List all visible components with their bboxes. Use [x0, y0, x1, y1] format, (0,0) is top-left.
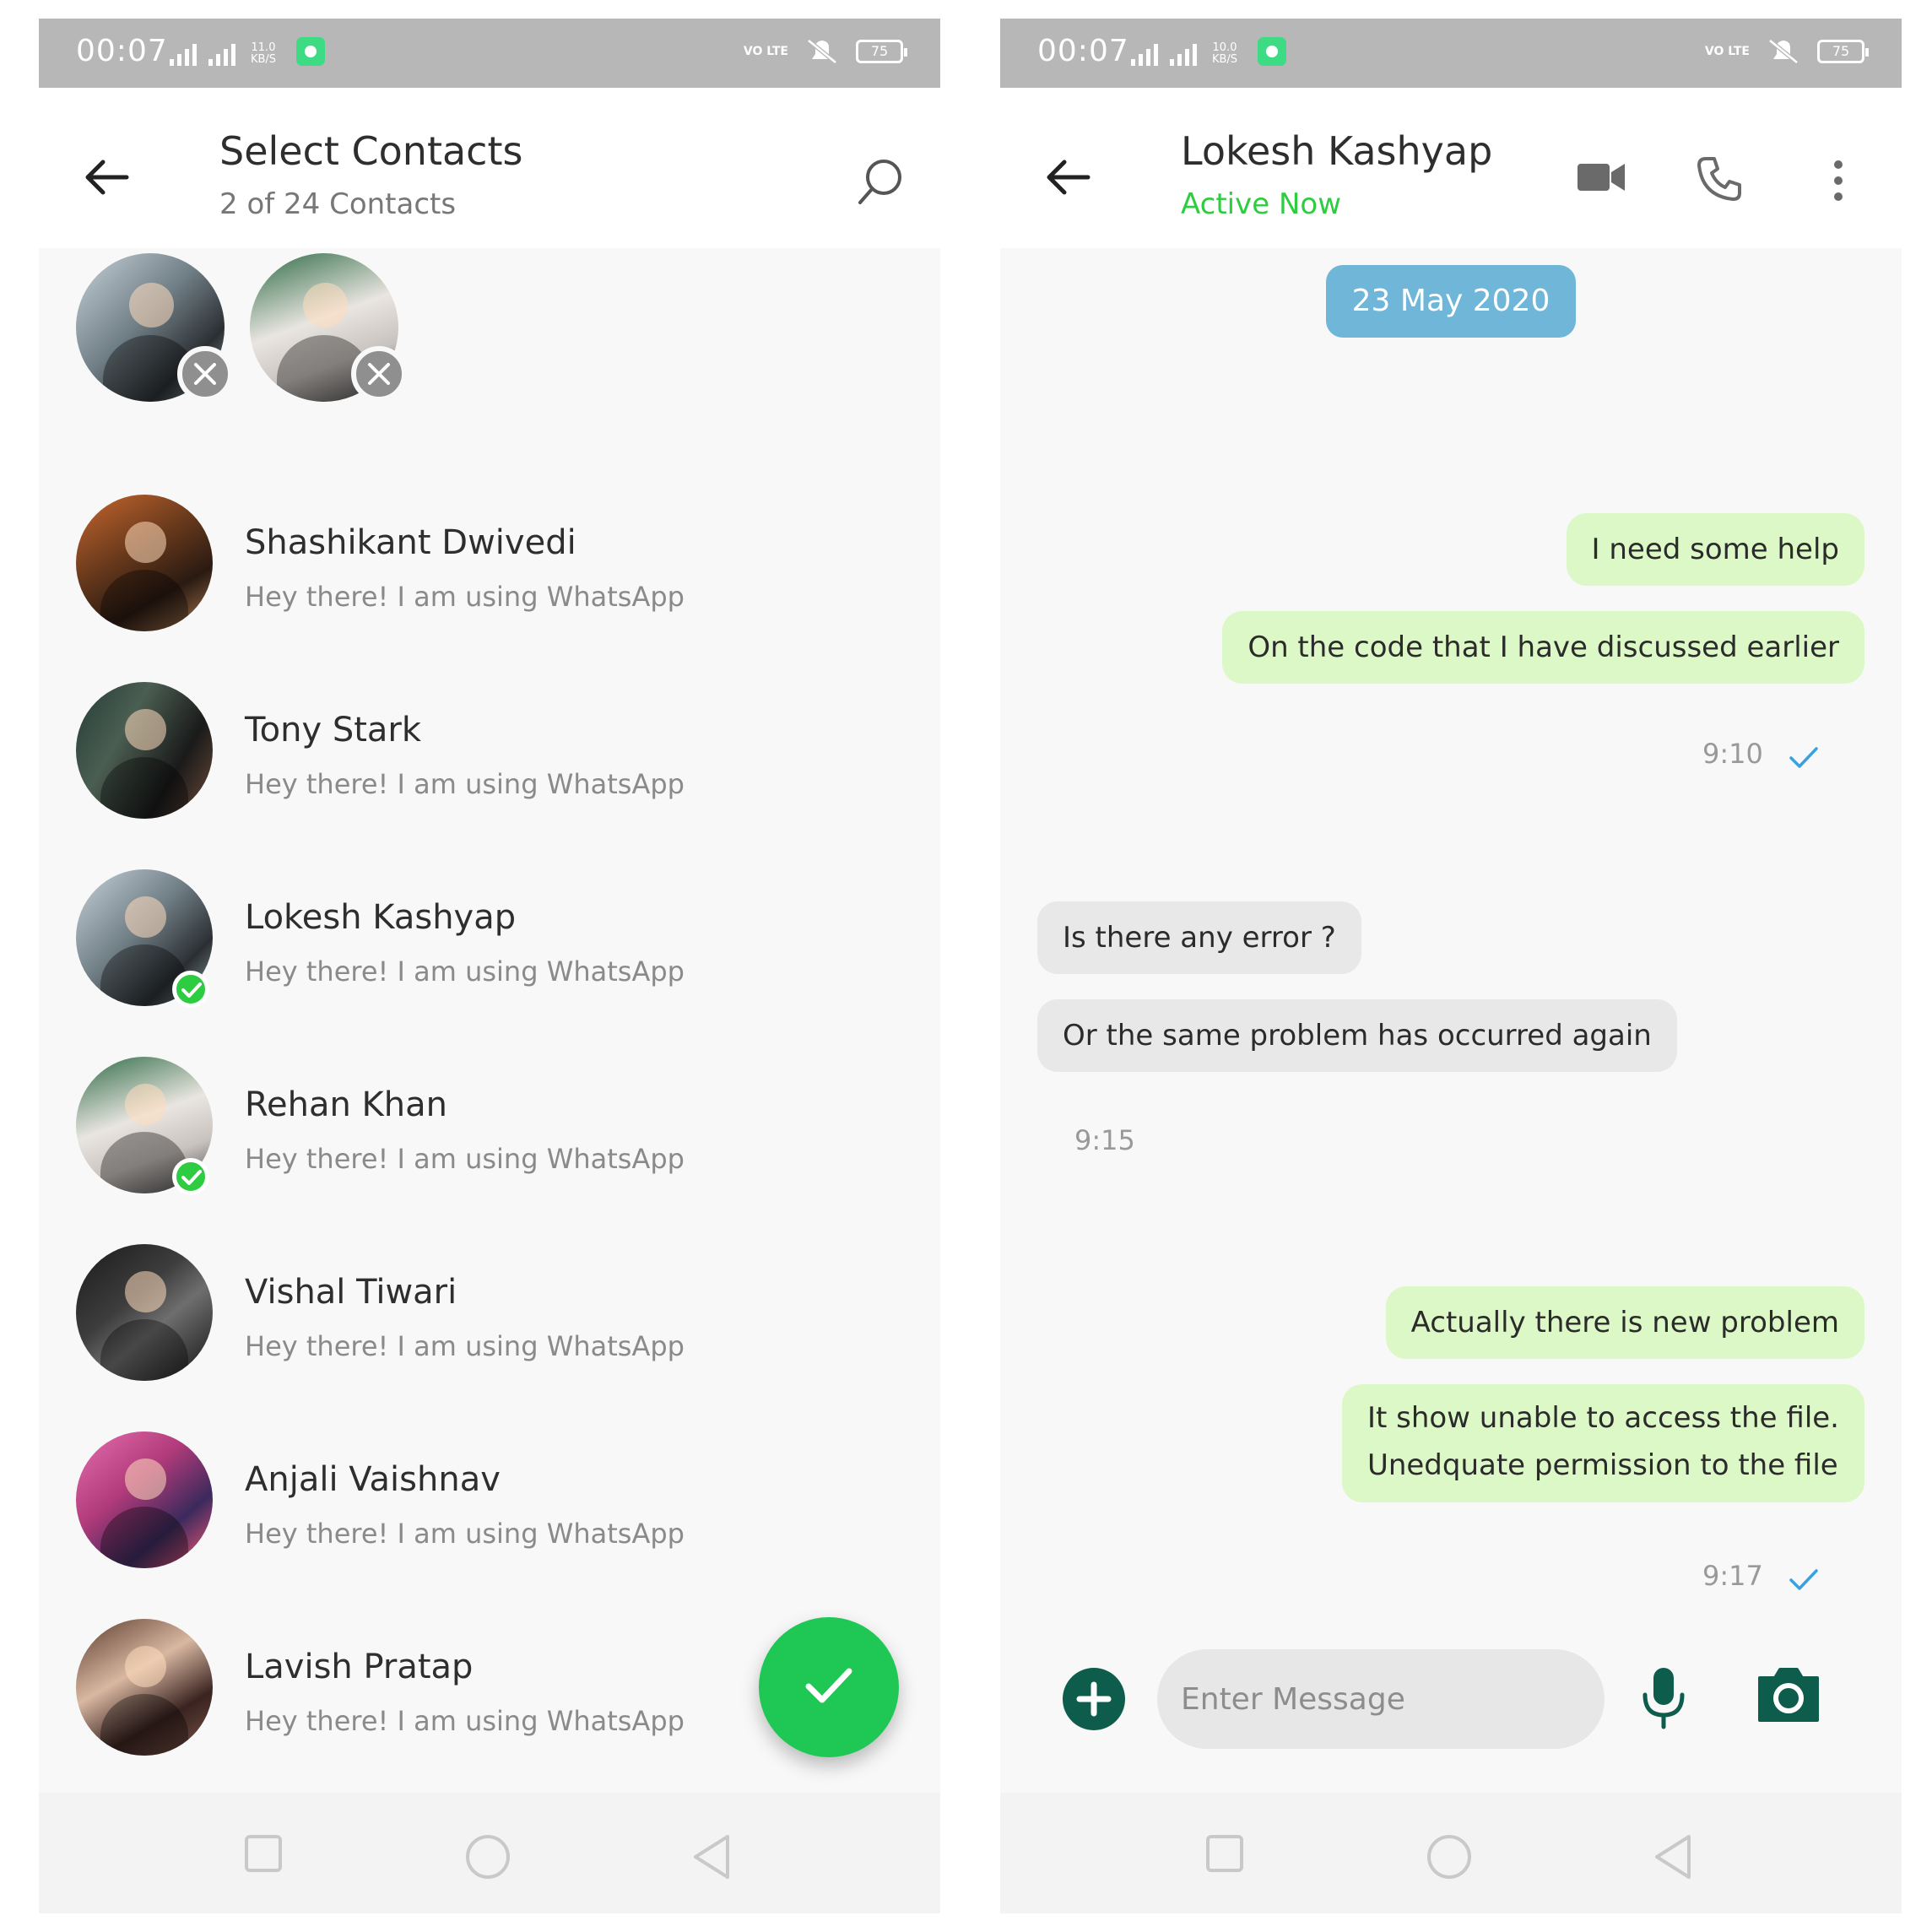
check-icon	[1789, 747, 1818, 768]
selected-chip[interactable]	[250, 253, 407, 402]
phone-icon[interactable]	[1694, 154, 1745, 204]
square-icon[interactable]	[1204, 1833, 1245, 1874]
status-bar: 00:07 11.0 KB/S VO LTE 75	[39, 19, 940, 88]
contact-name: Lavish Pratap	[245, 1648, 474, 1686]
add-attachment-button[interactable]	[1063, 1668, 1125, 1730]
contact-name: Tony Stark	[245, 711, 422, 750]
presence-status: Active Now	[1181, 187, 1342, 221]
signal-indicators: 11.0 KB/S	[170, 37, 325, 66]
back-arrow-icon[interactable]	[83, 157, 133, 198]
message-bubble-incoming[interactable]: Or the same problem has occurred again	[1037, 999, 1677, 1072]
signal-indicators: 10.0 KB/S	[1131, 37, 1286, 66]
camera-icon[interactable]	[1755, 1664, 1822, 1725]
message-bubble-outgoing[interactable]: On the code that I have discussed earlie…	[1222, 611, 1864, 684]
contact-name: Lokesh Kashyap	[245, 898, 517, 937]
avatar	[76, 495, 213, 631]
contact-status: Hey there! I am using WhatsApp	[245, 1518, 685, 1550]
message-bubble-outgoing[interactable]: I need some help	[1566, 513, 1864, 586]
search-icon[interactable]	[853, 155, 907, 209]
circle-icon[interactable]	[1426, 1833, 1473, 1881]
contact-status: Hey there! I am using WhatsApp	[245, 581, 685, 613]
check-icon	[172, 1158, 209, 1195]
selected-chip[interactable]	[76, 253, 233, 402]
chat-screen: 00:07 10.0 KB/S VO LTE 75 Lokesh Kashyap…	[1000, 19, 1902, 1913]
app-bar: Select Contacts 2 of 24 Contacts	[39, 88, 940, 248]
network-speed: 11.0 KB/S	[250, 41, 277, 66]
contact-status: Hey there! I am using WhatsApp	[245, 1705, 685, 1737]
status-time: 00:07	[1037, 34, 1129, 68]
square-icon[interactable]	[243, 1833, 284, 1874]
triangle-back-icon[interactable]	[690, 1833, 733, 1881]
battery-icon: 75	[856, 40, 907, 63]
signal-icon	[1170, 44, 1197, 66]
more-vert-icon[interactable]	[1832, 159, 1844, 203]
contact-row[interactable]: Vishal Tiwari Hey there! I am using What…	[76, 1227, 903, 1415]
status-time: 00:07	[76, 34, 168, 68]
check-icon	[172, 971, 209, 1008]
message-time: 9:17	[1702, 1560, 1763, 1592]
signal-icon	[1131, 44, 1158, 66]
contact-row[interactable]: Shashikant Dwivedi Hey there! I am using…	[76, 478, 903, 665]
message-bubble-outgoing[interactable]: It show unable to access the file. Unedq…	[1341, 1384, 1864, 1502]
circle-icon[interactable]	[464, 1833, 511, 1881]
confirm-selection-button[interactable]	[759, 1617, 899, 1757]
signal-icon	[208, 44, 235, 66]
system-nav-bar	[39, 1793, 940, 1913]
back-arrow-icon[interactable]	[1044, 157, 1095, 198]
microphone-icon[interactable]	[1638, 1664, 1689, 1732]
close-icon[interactable]	[177, 346, 233, 402]
contact-name: Anjali Vaishnav	[245, 1460, 501, 1499]
chat-contact-name[interactable]: Lokesh Kashyap	[1181, 128, 1492, 174]
contact-status: Hey there! I am using WhatsApp	[245, 768, 685, 800]
status-bar: 00:07 10.0 KB/S VO LTE 75	[1000, 19, 1902, 88]
system-nav-bar	[1000, 1793, 1902, 1913]
contact-row[interactable]: Tony Stark Hey there! I am using WhatsAp…	[76, 665, 903, 852]
battery-icon: 75	[1817, 40, 1869, 63]
message-time: 9:15	[1074, 1124, 1135, 1156]
message-bubble-outgoing[interactable]: Actually there is new problem	[1385, 1286, 1864, 1359]
avatar	[76, 1619, 213, 1756]
check-icon	[1789, 1569, 1818, 1590]
selected-contacts-strip	[76, 253, 407, 402]
message-line: Unedquate permission to the file	[1366, 1448, 1838, 1482]
mute-icon	[807, 39, 837, 64]
status-right: VO LTE 75	[743, 37, 907, 66]
close-icon[interactable]	[351, 346, 407, 402]
triangle-back-icon[interactable]	[1652, 1833, 1694, 1881]
message-bubble-incoming[interactable]: Is there any error ?	[1037, 901, 1361, 974]
select-contacts-screen: 00:07 11.0 KB/S VO LTE 75 Select Contact…	[39, 19, 940, 1913]
page-title: Select Contacts	[219, 128, 523, 174]
contact-name: Rehan Khan	[245, 1085, 447, 1124]
network-speed: 10.0 KB/S	[1211, 41, 1238, 66]
contact-name: Shashikant Dwivedi	[245, 523, 576, 562]
contact-row[interactable]: Rehan Khan Hey there! I am using WhatsAp…	[76, 1040, 903, 1227]
contact-status: Hey there! I am using WhatsApp	[245, 955, 685, 988]
message-input[interactable]	[1157, 1649, 1605, 1749]
contact-name: Vishal Tiwari	[245, 1273, 457, 1312]
avatar	[76, 1431, 213, 1568]
notification-app-icon	[296, 37, 325, 66]
volte-indicator: VO LTE	[743, 44, 788, 58]
date-separator: 23 May 2020	[1326, 265, 1576, 338]
mute-icon	[1768, 39, 1799, 64]
contact-list: Shashikant Dwivedi Hey there! I am using…	[76, 478, 903, 1789]
message-line: It show unable to access the file.	[1366, 1401, 1839, 1435]
notification-app-icon	[1258, 37, 1286, 66]
status-right: VO LTE 75	[1704, 37, 1869, 66]
video-camera-icon[interactable]	[1576, 160, 1626, 194]
contact-count: 2 of 24 Contacts	[219, 187, 457, 221]
signal-icon	[170, 44, 197, 66]
contact-row[interactable]: Lokesh Kashyap Hey there! I am using Wha…	[76, 852, 903, 1040]
check-icon	[805, 1668, 852, 1703]
avatar	[76, 1244, 213, 1381]
avatar	[76, 682, 213, 819]
volte-indicator: VO LTE	[1704, 44, 1750, 58]
contact-status: Hey there! I am using WhatsApp	[245, 1143, 685, 1175]
plus-icon	[1076, 1681, 1112, 1717]
contact-status: Hey there! I am using WhatsApp	[245, 1330, 685, 1362]
message-time: 9:10	[1702, 738, 1763, 770]
contact-row[interactable]: Anjali Vaishnav Hey there! I am using Wh…	[76, 1415, 903, 1602]
chat-header: Lokesh Kashyap Active Now	[1000, 88, 1902, 248]
